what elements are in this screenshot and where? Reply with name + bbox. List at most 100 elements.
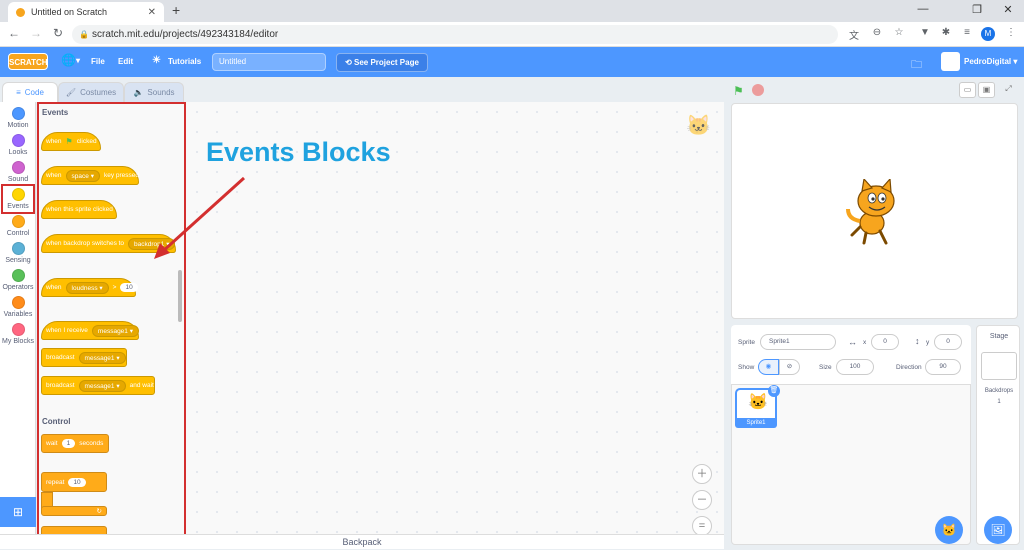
stage-pane-title: Stage xyxy=(989,333,1009,340)
category-label: Variables xyxy=(3,311,33,318)
tab-costumes[interactable]: 🖌 Costumes xyxy=(58,82,124,102)
see-project-page-button[interactable]: ⟲ See Project Page xyxy=(336,53,428,72)
minimize-icon[interactable]: — xyxy=(908,3,938,15)
category-label: Control xyxy=(6,230,30,237)
tab-sounds[interactable]: 🔈 Sounds xyxy=(124,82,184,102)
category-label: Motion xyxy=(7,122,29,129)
tab-code[interactable]: ≡ Code xyxy=(2,82,58,102)
sprite-name-input[interactable]: Sprite1 xyxy=(760,334,836,350)
browser-tab[interactable]: Untitled on Scratch ✕ xyxy=(8,2,164,22)
media-queue-icon[interactable]: ≡ xyxy=(959,27,975,38)
hide-eye-icon[interactable]: ⊘ xyxy=(779,359,800,375)
zoom-icon[interactable]: ⊖ xyxy=(869,27,885,38)
y-input[interactable]: 0 xyxy=(934,334,962,350)
motion-dot-icon xyxy=(11,107,25,120)
tab-costumes-label: Costumes xyxy=(80,88,117,97)
stage-target-pane[interactable]: Stage Backdrops 1 xyxy=(976,325,1020,545)
category-control[interactable]: Control xyxy=(0,215,36,237)
scratch-cat-sprite[interactable] xyxy=(842,179,910,247)
see-project-label: See Project Page xyxy=(354,58,419,67)
sprite-label: Sprite xyxy=(738,339,755,346)
tutorials-menu[interactable]: Tutorials xyxy=(168,57,201,66)
backdrop-thumbnail[interactable] xyxy=(981,352,1017,380)
category-operators[interactable]: Operators xyxy=(0,269,36,291)
annotation-arrow xyxy=(154,176,246,259)
category-menu: Motion Looks Sound Events Control Sensin… xyxy=(0,102,36,539)
file-menu[interactable]: File xyxy=(91,57,105,66)
delete-sprite-icon[interactable]: 🗑 xyxy=(768,385,780,397)
category-label: Looks xyxy=(8,149,28,156)
reload-icon[interactable]: ↻ xyxy=(50,26,66,40)
stage-canvas[interactable] xyxy=(731,103,1018,319)
stop-icon[interactable] xyxy=(752,84,764,96)
category-label: Sound xyxy=(7,176,29,183)
zoom-reset-icon[interactable]: = xyxy=(692,516,712,536)
close-tab-icon[interactable]: ✕ xyxy=(148,7,156,18)
direction-input[interactable]: 90 xyxy=(925,359,961,375)
image-plus-icon: 🖼 xyxy=(990,523,1006,537)
backpack-bar[interactable]: Backpack xyxy=(0,534,724,549)
username-menu[interactable]: PedroDigital ▾ xyxy=(964,57,1017,66)
add-extension-button[interactable]: ⊞ xyxy=(0,497,36,527)
category-label: Sensing xyxy=(5,257,31,264)
fullscreen-icon[interactable]: ⤢ xyxy=(1000,82,1017,98)
category-variables[interactable]: Variables xyxy=(0,296,36,318)
scratch-favicon-icon xyxy=(16,7,25,17)
size-input[interactable]: 100 xyxy=(836,359,874,375)
operators-dot-icon xyxy=(11,269,25,282)
forward-icon[interactable]: → xyxy=(28,26,44,40)
brush-icon: 🖌 xyxy=(65,88,77,97)
cat-plus-icon: 🐱 xyxy=(941,523,957,537)
annotation-label: Events Blocks xyxy=(206,137,391,167)
y-arrows-icon: ↕ xyxy=(915,336,920,346)
new-tab-icon[interactable]: + xyxy=(172,2,180,18)
close-window-icon[interactable]: ✕ xyxy=(993,3,1023,16)
category-motion[interactable]: Motion xyxy=(0,107,36,129)
y-label: y xyxy=(926,339,930,346)
sensing-dot-icon xyxy=(11,242,25,255)
scratch-logo[interactable]: SCRATCH xyxy=(8,53,48,70)
zoom-in-icon[interactable]: ＋ xyxy=(692,464,712,484)
x-arrows-icon: ↔ xyxy=(848,337,857,347)
url-field[interactable]: 🔒 scratch.mit.edu/projects/492343184/edi… xyxy=(72,25,838,44)
category-sensing[interactable]: Sensing xyxy=(0,242,36,264)
looks-dot-icon xyxy=(11,134,25,147)
translate-icon[interactable]: 文 xyxy=(846,27,862,42)
extensions-puzzle-icon[interactable]: ✱ xyxy=(938,27,954,38)
tab-title: Untitled on Scratch xyxy=(31,7,108,17)
choose-backdrop-button[interactable]: 🖼 xyxy=(984,516,1012,544)
show-visible-eye-icon[interactable]: ◉ xyxy=(758,359,779,375)
see-project-icon: ⟲ xyxy=(345,58,352,67)
tab-code-label: Code xyxy=(24,88,44,97)
control-dot-icon xyxy=(11,215,25,228)
tutorials-bulb-icon: ☀ xyxy=(152,55,161,66)
zoom-out-icon[interactable]: － xyxy=(692,490,712,510)
tab-sounds-label: Sounds xyxy=(147,88,175,97)
sound-dot-icon xyxy=(11,161,25,174)
language-globe-icon[interactable]: 🌐 xyxy=(61,53,76,67)
green-flag-icon[interactable]: ⚑ xyxy=(733,84,744,98)
x-input[interactable]: 0 xyxy=(871,334,899,350)
large-stage-icon[interactable]: ▣ xyxy=(978,82,995,98)
small-stage-icon[interactable]: ▭ xyxy=(959,82,976,98)
back-icon[interactable]: ← xyxy=(6,26,22,40)
user-avatar[interactable] xyxy=(941,52,960,71)
maximize-icon[interactable]: ❐ xyxy=(962,3,992,16)
extension-filter-icon[interactable]: ▼ xyxy=(917,27,933,38)
choose-sprite-button[interactable]: 🐱 xyxy=(935,516,963,544)
x-label: x xyxy=(863,339,867,346)
category-my-blocks[interactable]: My Blocks xyxy=(0,323,36,345)
category-sound[interactable]: Sound xyxy=(0,161,36,183)
variables-dot-icon xyxy=(11,296,25,309)
project-title-input[interactable]: Untitled xyxy=(212,53,326,71)
profile-avatar[interactable]: M xyxy=(981,27,995,41)
sprite-info-panel: Sprite Sprite1 ↔ x 0 ↕ y 0 Show ◉ ⊘ Size… xyxy=(731,325,971,385)
bookmark-star-icon[interactable]: ☆ xyxy=(891,27,907,38)
speaker-icon: 🔈 xyxy=(133,88,144,97)
my-stuff-folder-icon[interactable]: 🗀 xyxy=(911,56,922,75)
browser-menu-icon[interactable]: ⋮ xyxy=(1003,27,1019,38)
edit-menu[interactable]: Edit xyxy=(118,57,133,66)
category-label: My Blocks xyxy=(2,338,34,345)
lock-icon: 🔒 xyxy=(79,30,89,39)
category-looks[interactable]: Looks xyxy=(0,134,36,156)
